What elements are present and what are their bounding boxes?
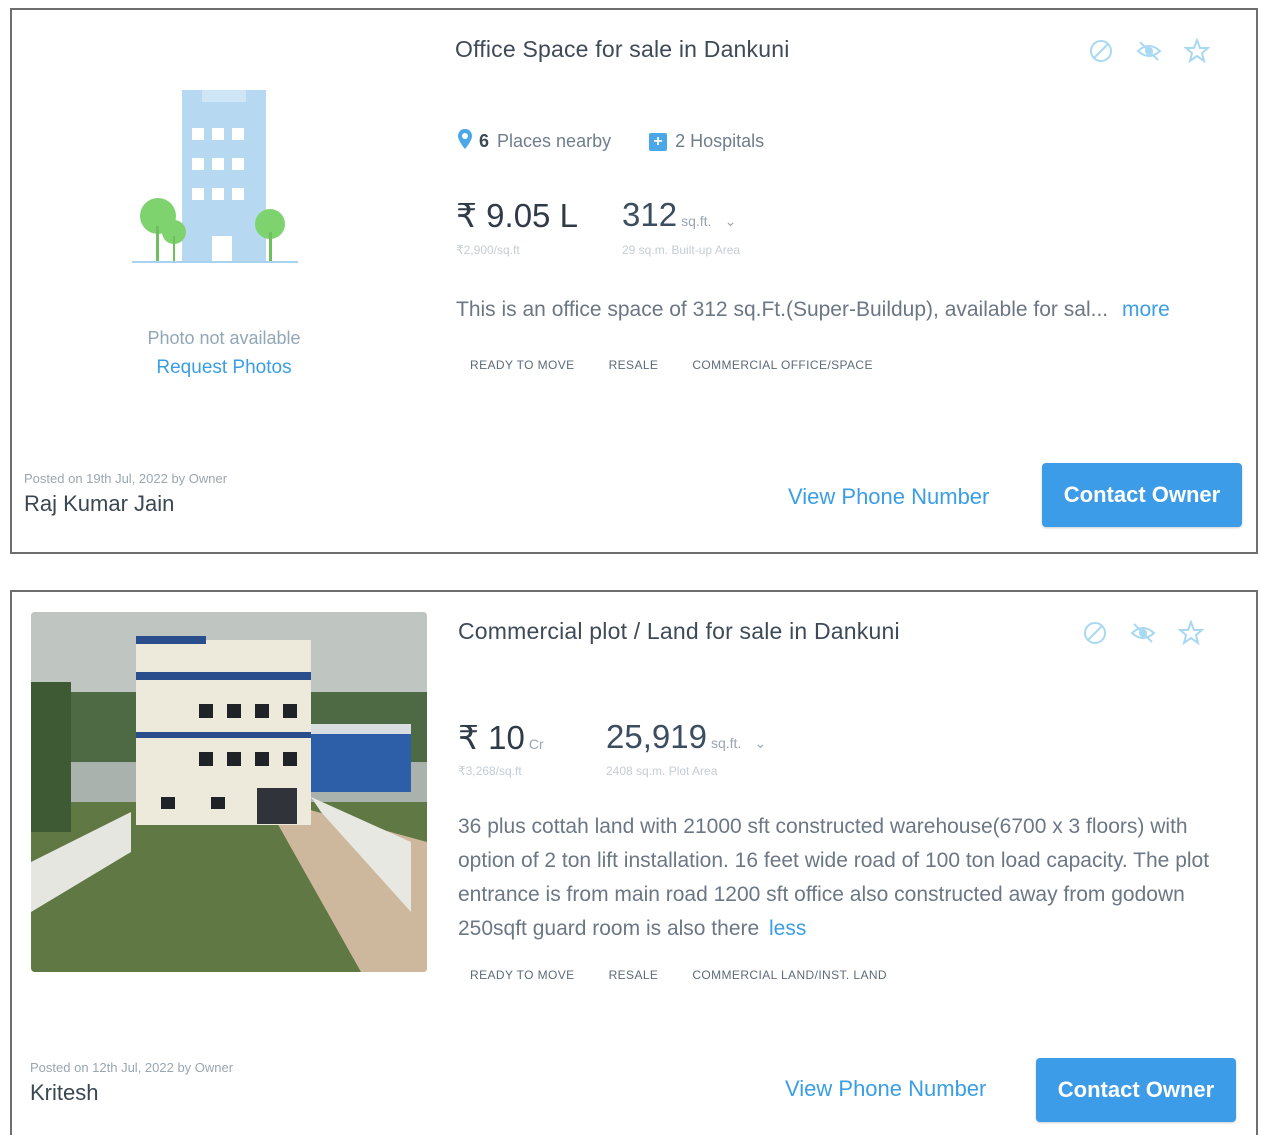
- hospitals-link[interactable]: 2 Hospitals: [675, 131, 764, 152]
- area-unit: sq.ft.: [681, 213, 712, 229]
- tag-ready-to-move: READY TO MOVE: [470, 968, 575, 982]
- listing-title[interactable]: Office Space for sale in Dankuni: [455, 36, 790, 63]
- tag-category: COMMERCIAL LAND/INST. LAND: [692, 968, 887, 982]
- property-photo[interactable]: [31, 612, 427, 972]
- description: 36 plus cottah land with 21000 sft const…: [458, 810, 1228, 946]
- location-pin-icon: [457, 128, 473, 155]
- chevron-down-icon[interactable]: ⌄: [725, 213, 737, 229]
- posted-info: Posted on 12th Jul, 2022 by Owner: [30, 1060, 234, 1075]
- star-icon[interactable]: [1177, 619, 1205, 646]
- request-photos-link[interactable]: Request Photos: [94, 357, 354, 379]
- building-illustration: [130, 86, 310, 266]
- listing-actions: [1088, 37, 1211, 64]
- area-value: 312: [622, 196, 678, 233]
- more-link[interactable]: more: [1122, 298, 1170, 321]
- price-value: 9.05 L: [486, 197, 578, 234]
- hide-icon[interactable]: [1136, 38, 1162, 64]
- rupee-symbol: ₹: [456, 197, 477, 234]
- photo-not-available-text: Photo not available: [147, 328, 301, 348]
- area-unit: sq.ft.: [710, 735, 742, 751]
- places-count: 6: [479, 131, 490, 151]
- listing-card: Photo not available Request Photos Offic…: [10, 8, 1258, 554]
- price-per-sqft: ₹3,268/sq.ft: [458, 764, 522, 778]
- description: This is an office space of 312 sq.Ft.(Su…: [456, 293, 1216, 327]
- tag-category: COMMERCIAL OFFICE/SPACE: [692, 358, 873, 372]
- nearby-info: 6 Places nearby + 2 Hospitals: [457, 128, 764, 155]
- description-text: 36 plus cottah land with 21000 sft const…: [458, 815, 1210, 940]
- listing-actions: [1082, 619, 1205, 646]
- area-value: 25,919: [606, 718, 707, 755]
- tags: READY TO MOVE RESALE COMMERCIAL OFFICE/S…: [470, 358, 873, 372]
- tag-ready-to-move: READY TO MOVE: [470, 358, 575, 372]
- price-value: 10: [488, 719, 525, 756]
- area-sub: 2408 sq.m. Plot Area: [606, 764, 718, 778]
- rupee-symbol: ₹: [458, 719, 479, 756]
- less-link[interactable]: less: [769, 917, 806, 940]
- area[interactable]: 25,919 sq.ft. ⌄: [606, 718, 766, 756]
- owner-name: Raj Kumar Jain: [24, 491, 175, 516]
- star-icon[interactable]: [1183, 37, 1211, 64]
- posted-info: Posted on 19th Jul, 2022 by Owner: [24, 471, 228, 486]
- price-per-sqft: ₹2,900/sq.ft: [456, 243, 520, 257]
- owner-name: Kritesh: [30, 1080, 99, 1105]
- tags: READY TO MOVE RESALE COMMERCIAL LAND/INS…: [470, 968, 887, 982]
- area[interactable]: 312 sq.ft. ⌄: [622, 196, 736, 234]
- price: ₹ 10 Cr: [458, 718, 544, 757]
- view-phone-button[interactable]: View Phone Number: [788, 484, 989, 510]
- description-text: This is an office space of 312 sq.Ft.(Su…: [456, 298, 1109, 321]
- price-unit: Cr: [528, 736, 544, 752]
- block-icon[interactable]: [1082, 620, 1108, 646]
- block-icon[interactable]: [1088, 38, 1114, 64]
- area-sub: 29 sq.m. Built-up Area: [622, 243, 741, 257]
- price: ₹ 9.05 L: [456, 196, 578, 235]
- hide-icon[interactable]: [1130, 620, 1156, 646]
- tag-resale: RESALE: [608, 968, 659, 982]
- listing-title[interactable]: Commercial plot / Land for sale in Danku…: [458, 618, 900, 645]
- chevron-down-icon[interactable]: ⌄: [754, 735, 766, 751]
- listing-card: Commercial plot / Land for sale in Danku…: [10, 590, 1258, 1135]
- hospital-icon: +: [649, 132, 668, 151]
- contact-owner-button[interactable]: Contact Owner: [1042, 463, 1242, 527]
- tag-resale: RESALE: [608, 358, 659, 372]
- places-nearby-link[interactable]: Places nearby: [497, 131, 611, 152]
- view-phone-button[interactable]: View Phone Number: [785, 1076, 986, 1102]
- contact-owner-button[interactable]: Contact Owner: [1036, 1058, 1236, 1122]
